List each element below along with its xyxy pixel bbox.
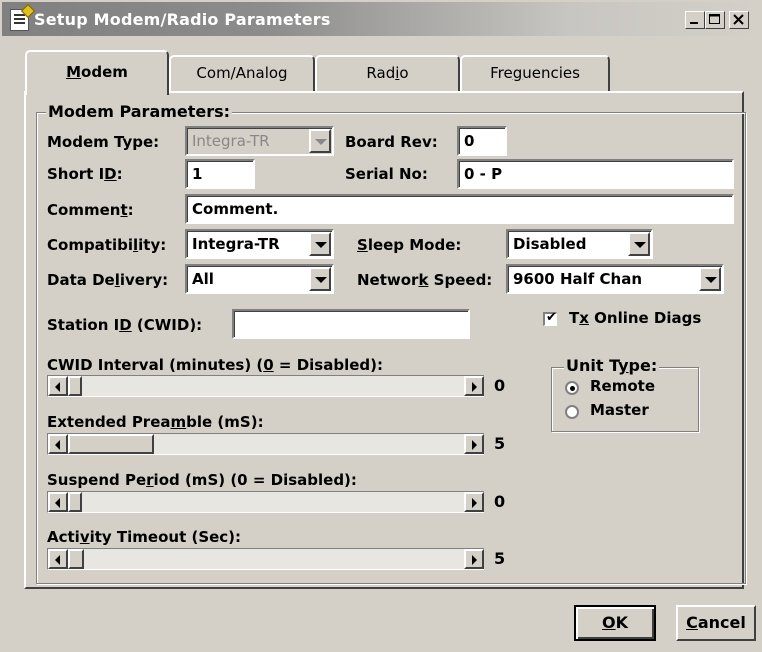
activity-timeout-scrollbar[interactable] xyxy=(47,548,484,570)
cwid-interval-scrollbar[interactable] xyxy=(47,375,484,397)
activity-timeout-label: Activity Timeout (Sec): xyxy=(47,528,242,546)
scroll-right-icon[interactable] xyxy=(464,434,484,454)
scroll-thumb[interactable] xyxy=(68,376,82,396)
chevron-down-icon[interactable] xyxy=(309,267,331,291)
network-speed-value: 9600 Half Chan xyxy=(513,270,643,288)
unit-type-label: Unit Type: xyxy=(564,356,660,375)
modem-type-value: Integra-TR xyxy=(192,132,270,150)
network-speed-select[interactable]: 9600 Half Chan xyxy=(506,264,724,294)
sleep-mode-label: Sleep Mode: xyxy=(357,236,462,254)
tx-online-diags-label[interactable]: Tx Online Diags xyxy=(569,309,701,327)
station-id-label: Station ID (CWID): xyxy=(47,316,203,334)
data-delivery-select[interactable]: All xyxy=(185,264,334,294)
serial-no-label: Serial No: xyxy=(345,165,428,183)
scroll-left-icon[interactable] xyxy=(48,549,68,569)
ok-button[interactable]: OK xyxy=(574,605,656,641)
extended-preamble-scrollbar[interactable] xyxy=(47,433,484,455)
minimize-icon xyxy=(690,22,698,24)
ok-button-label: OK xyxy=(601,613,628,632)
scroll-thumb[interactable] xyxy=(68,549,84,569)
chevron-down-icon[interactable] xyxy=(699,267,721,291)
tab-radio-label: Radio xyxy=(366,64,409,82)
sleep-mode-select[interactable]: Disabled xyxy=(506,229,653,259)
extended-preamble-value: 5 xyxy=(494,434,506,453)
modem-parameters-label: Modem Parameters: xyxy=(46,102,233,121)
title-bar: Setup Modem/Radio Parameters xyxy=(0,0,762,38)
remote-radio-label[interactable]: Remote xyxy=(590,377,655,395)
suspend-period-scrollbar[interactable] xyxy=(47,491,484,513)
scroll-left-icon[interactable] xyxy=(48,434,68,454)
cwid-interval-label: CWID Interval (minutes) (0 = Disabled): xyxy=(47,356,384,374)
scroll-right-icon[interactable] xyxy=(464,492,484,512)
tab-com-analog[interactable]: Com/Analog xyxy=(169,55,315,92)
scroll-thumb[interactable] xyxy=(68,434,154,454)
close-icon xyxy=(733,14,744,25)
network-speed-label: Network Speed: xyxy=(357,271,493,289)
radio-dot xyxy=(570,386,575,391)
data-delivery-value: All xyxy=(192,270,214,288)
suspend-period-label: Suspend Period (mS) (0 = Disabled): xyxy=(47,471,357,489)
short-id-input[interactable]: 1 xyxy=(185,159,255,189)
tab-modem-label: Modem xyxy=(66,63,128,81)
app-icon xyxy=(10,9,29,31)
close-button[interactable] xyxy=(729,11,749,29)
chevron-down-icon[interactable] xyxy=(309,232,331,256)
compatibility-value: Integra-TR xyxy=(192,235,280,253)
compatibility-label: Compatibility: xyxy=(47,236,167,254)
master-radio-label[interactable]: Master xyxy=(590,401,649,419)
scroll-right-icon[interactable] xyxy=(464,376,484,396)
scroll-right-icon[interactable] xyxy=(464,549,484,569)
modem-type-label: Modem Type: xyxy=(47,133,160,151)
tab-radio[interactable]: Radio xyxy=(315,55,460,92)
comment-input[interactable]: Comment. xyxy=(185,194,734,224)
suspend-period-value: 0 xyxy=(494,492,506,511)
scroll-thumb[interactable] xyxy=(68,492,82,512)
compatibility-select[interactable]: Integra-TR xyxy=(185,229,334,259)
remote-radio[interactable] xyxy=(565,381,579,395)
maximize-icon xyxy=(709,14,720,24)
chevron-down-icon xyxy=(309,129,331,153)
tab-frequencies-label: Freguencies xyxy=(490,64,580,82)
data-delivery-label: Data Delivery: xyxy=(47,271,169,289)
tab-com-analog-label: Com/Analog xyxy=(196,64,288,82)
window-title: Setup Modem/Radio Parameters xyxy=(34,10,331,29)
comment-label: Comment: xyxy=(47,201,134,219)
maximize-button[interactable] xyxy=(705,11,725,29)
scroll-left-icon[interactable] xyxy=(48,492,68,512)
modem-type-select: Integra-TR xyxy=(185,126,334,156)
cancel-button[interactable]: Cancel xyxy=(676,605,756,641)
minimize-button[interactable] xyxy=(685,11,705,29)
tx-online-diags-checkbox[interactable]: ✔ xyxy=(543,310,557,326)
board-rev-input[interactable]: 0 xyxy=(457,126,507,156)
cancel-button-label: Cancel xyxy=(686,613,746,632)
board-rev-label: Board Rev: xyxy=(345,133,438,151)
station-id-input[interactable] xyxy=(232,309,470,339)
activity-timeout-value: 5 xyxy=(494,549,506,568)
chevron-down-icon[interactable] xyxy=(628,232,650,256)
sleep-mode-value: Disabled xyxy=(513,235,587,253)
tab-modem[interactable]: Modem xyxy=(25,50,169,95)
serial-no-input[interactable]: 0 - P xyxy=(457,159,734,189)
cwid-interval-value: 0 xyxy=(494,376,506,395)
checkmark-icon: ✔ xyxy=(546,310,557,325)
short-id-label: Short ID: xyxy=(47,165,123,183)
tab-frequencies[interactable]: Freguencies xyxy=(460,55,610,92)
scroll-left-icon[interactable] xyxy=(48,376,68,396)
extended-preamble-label: Extended Preamble (mS): xyxy=(47,413,264,431)
master-radio[interactable] xyxy=(565,405,579,419)
